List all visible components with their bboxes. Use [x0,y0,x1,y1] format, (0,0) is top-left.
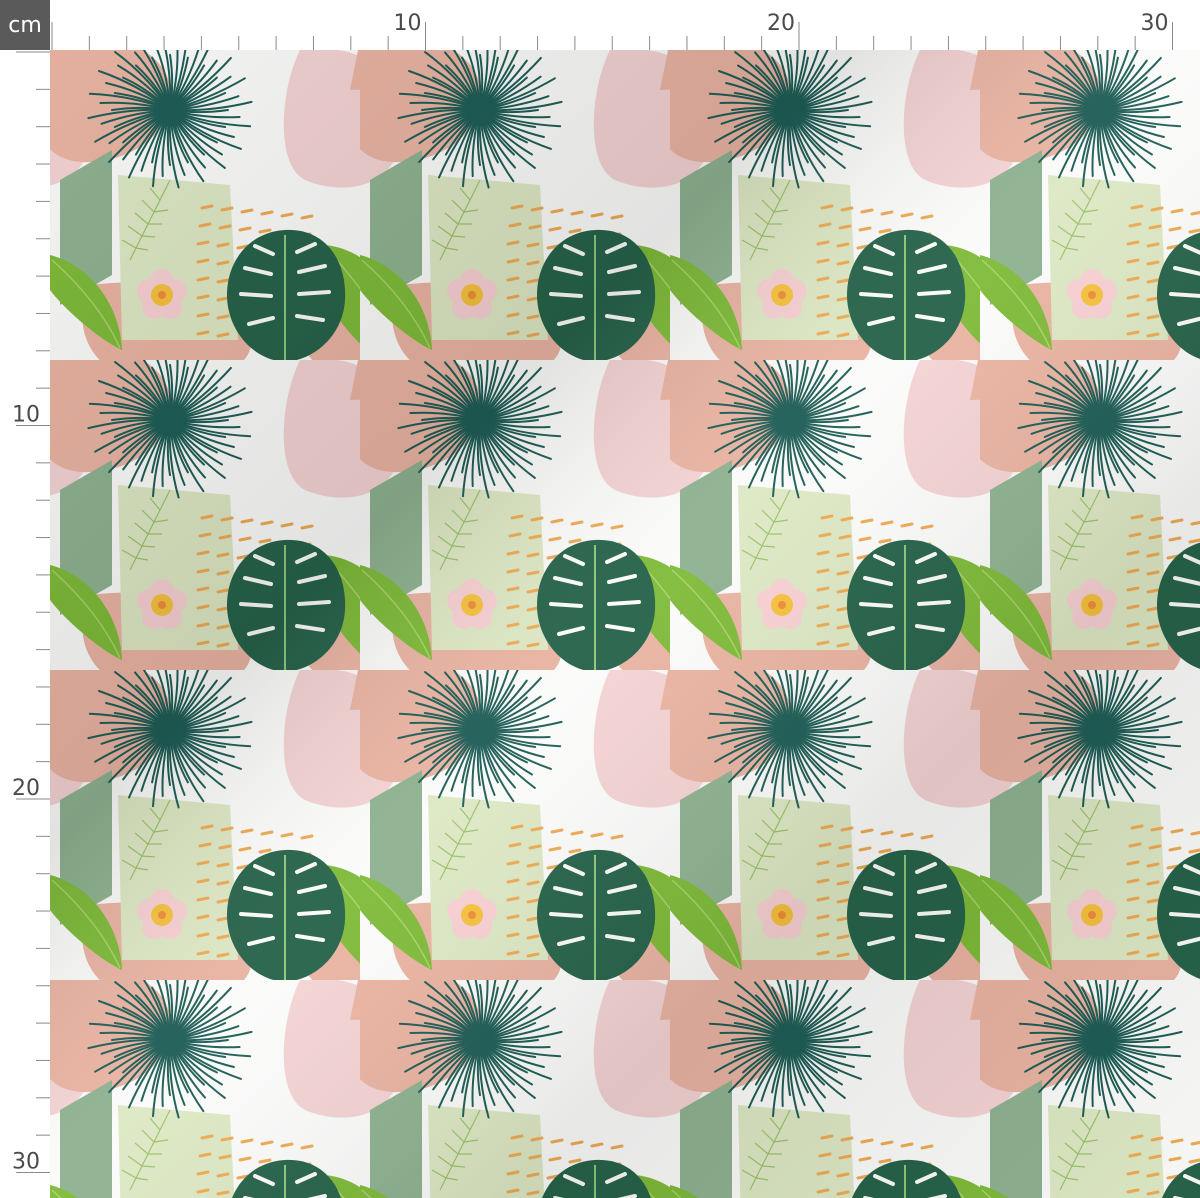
fabric-pattern [50,50,1200,1198]
ruler-top-label: 20 [767,11,795,36]
ruler-left-label: 30 [12,1150,40,1175]
ruler-top: 10 20 30 [50,0,1200,50]
ruler-left-ticks: 10 20 30 [12,51,50,1175]
ruler-top-label: 10 [394,11,422,36]
ruler-left-label: 10 [12,403,40,428]
ruler-left: 10 20 30 [0,50,50,1198]
ruler-left-label: 20 [12,776,40,801]
ruler-top-label: 30 [1141,11,1169,36]
pattern-fill [50,50,1200,1198]
unit-label: cm [0,0,50,50]
ruler-top-ticks: 10 20 30 [51,11,1173,50]
